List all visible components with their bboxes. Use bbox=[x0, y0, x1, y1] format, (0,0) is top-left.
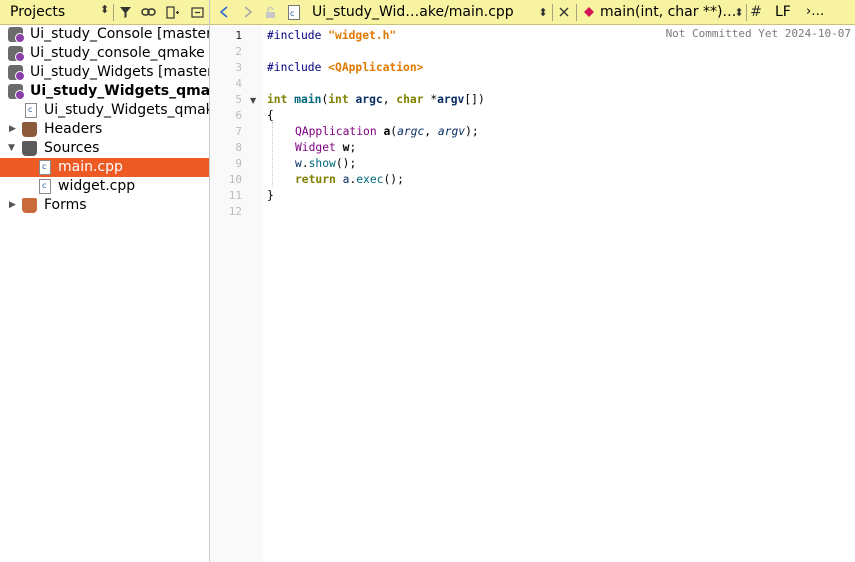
line-number: 2 bbox=[235, 45, 242, 58]
tree-item-pro-file[interactable]: Ui_study_Widgets_qmake.pro bbox=[0, 101, 209, 120]
code-line-10: return a.exec(); bbox=[295, 173, 404, 186]
open-file-combo[interactable]: Ui_study_Wid…ake/main.cpp bbox=[312, 4, 514, 20]
git-blame-annotation: Not Committed Yet 2024-10-07 bbox=[665, 27, 851, 40]
projects-title[interactable]: Projects bbox=[10, 4, 65, 20]
symbol-combo[interactable]: main(int, char **)… bbox=[600, 4, 736, 20]
line-number-gutter: 1 2 3 4 5 6 7 8 9 10 11 12 ▼ bbox=[210, 26, 262, 562]
chevron-updown-icon[interactable]: ⬍ bbox=[100, 3, 109, 16]
tree-item-project-widgets-qmake[interactable]: Ui_study_Widgets_qmake bbox=[0, 82, 209, 101]
function-icon bbox=[581, 3, 597, 21]
cpp-file-icon bbox=[39, 179, 51, 194]
cpp-file-icon bbox=[39, 160, 51, 175]
line-number: 5 bbox=[235, 93, 242, 106]
projects-toolbar: Projects ⬍ bbox=[0, 0, 209, 25]
line-number: 3 bbox=[235, 61, 242, 74]
projects-pane: Projects ⬍ Ui_study_Console [master] Ui_… bbox=[0, 0, 210, 562]
toolbar-separator bbox=[576, 4, 577, 21]
headers-folder-icon bbox=[22, 122, 37, 137]
forward-icon[interactable] bbox=[240, 3, 256, 21]
fold-arrow-icon[interactable]: ▼ bbox=[250, 96, 256, 105]
qt-project-icon bbox=[8, 84, 25, 100]
line-number: 4 bbox=[235, 77, 242, 90]
line-number: 11 bbox=[228, 189, 242, 202]
link-icon[interactable] bbox=[140, 3, 156, 21]
tree-item-headers[interactable]: ▶ Headers bbox=[0, 120, 209, 139]
tree-item-project-widgets[interactable]: Ui_study_Widgets [master] bbox=[0, 63, 209, 82]
more-button[interactable]: ›… bbox=[806, 4, 824, 19]
sources-folder-icon bbox=[22, 141, 37, 156]
toolbar-separator bbox=[552, 4, 553, 21]
line-ending-button[interactable]: LF bbox=[775, 4, 791, 20]
chevron-right-icon[interactable]: ▶ bbox=[9, 120, 16, 139]
qt-project-icon bbox=[8, 27, 25, 43]
toolbar-separator bbox=[746, 4, 747, 21]
code-line-1: #include "widget.h" bbox=[267, 29, 397, 42]
line-number: 1 bbox=[235, 29, 242, 42]
back-icon[interactable] bbox=[216, 3, 232, 21]
hash-button[interactable]: # bbox=[748, 3, 764, 21]
code-line-3: #include <QApplication> bbox=[267, 61, 424, 74]
code-line-11: } bbox=[267, 189, 274, 202]
code-line-7: QApplication a(argc, argv); bbox=[295, 125, 479, 138]
code-line-9: w.show(); bbox=[295, 157, 357, 170]
line-number: 10 bbox=[228, 173, 242, 186]
tree-item-sources[interactable]: ▼ Sources bbox=[0, 139, 209, 158]
tree-item-forms[interactable]: ▶ Forms bbox=[0, 196, 209, 215]
forms-folder-icon bbox=[22, 198, 37, 213]
line-number: 12 bbox=[228, 205, 242, 218]
filter-icon[interactable] bbox=[117, 3, 133, 21]
line-number: 6 bbox=[235, 109, 242, 122]
qt-project-icon bbox=[8, 65, 25, 81]
chevron-right-icon[interactable]: ▶ bbox=[9, 196, 16, 215]
chevron-updown-icon[interactable]: ⬍ bbox=[731, 3, 747, 21]
cpp-file-icon: c bbox=[286, 3, 302, 21]
toolbar-separator bbox=[113, 4, 114, 21]
split-add-icon[interactable] bbox=[165, 3, 181, 21]
close-pane-icon[interactable] bbox=[189, 3, 205, 21]
editor-toolbar: c Ui_study_Wid…ake/main.cpp ⬍ main(int, … bbox=[210, 0, 855, 25]
code-line-8: Widget w; bbox=[295, 141, 357, 154]
project-tree: Ui_study_Console [master] Ui_study_conso… bbox=[0, 25, 209, 215]
tree-item-widget-cpp[interactable]: widget.cpp bbox=[0, 177, 209, 196]
chevron-down-icon[interactable]: ▼ bbox=[8, 139, 15, 158]
svg-text:c: c bbox=[290, 9, 294, 18]
chevron-updown-icon[interactable]: ⬍ bbox=[535, 3, 551, 21]
qt-project-icon bbox=[8, 46, 25, 62]
close-document-icon[interactable] bbox=[556, 3, 572, 21]
code-line-6: { bbox=[267, 109, 274, 122]
line-number: 7 bbox=[235, 125, 242, 138]
lock-icon[interactable] bbox=[262, 3, 278, 21]
tree-item-project-console[interactable]: Ui_study_Console [master] bbox=[0, 25, 209, 44]
tree-item-main-cpp[interactable]: main.cpp bbox=[0, 158, 209, 177]
indent-guide bbox=[272, 122, 273, 186]
line-number: 8 bbox=[235, 141, 242, 154]
code-line-5: int main(int argc, char *argv[]) bbox=[267, 93, 485, 106]
tree-item-project-console-qmake[interactable]: Ui_study_console_qmake [master] bbox=[0, 44, 209, 63]
line-number: 9 bbox=[235, 157, 242, 170]
pro-file-icon bbox=[25, 103, 37, 118]
code-editor[interactable]: 1 2 3 4 5 6 7 8 9 10 11 12 ▼ #include "w… bbox=[210, 26, 855, 562]
